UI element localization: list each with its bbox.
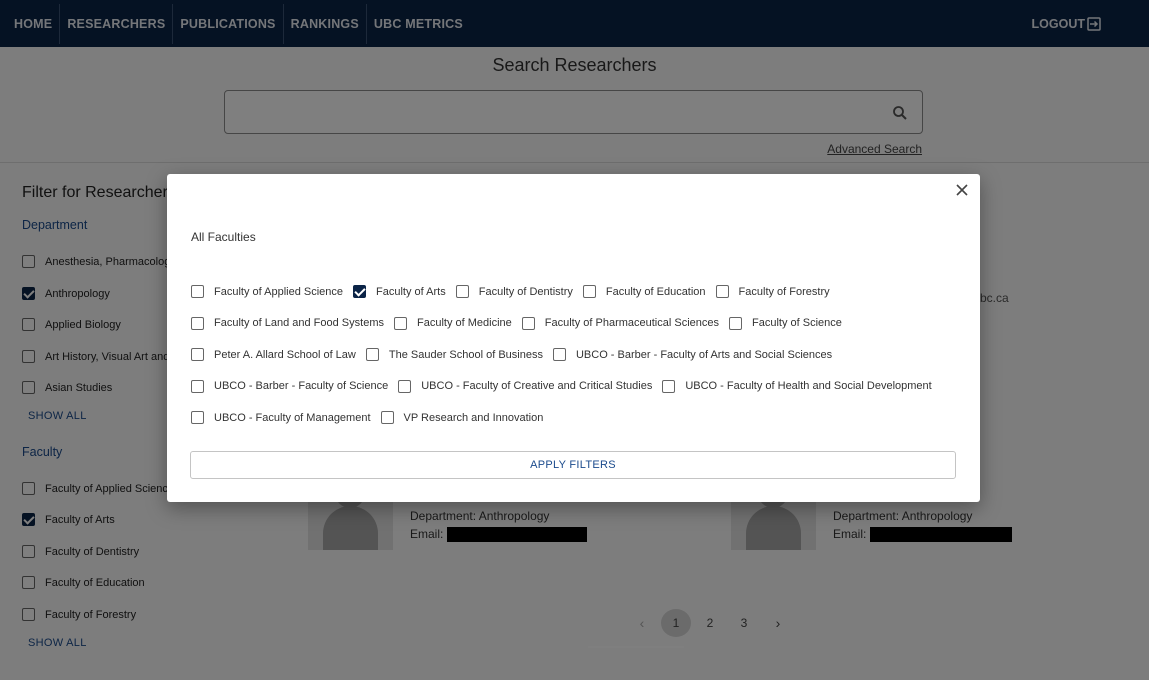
faculty-options: Faculty of Applied Science Faculty of Ar… — [191, 276, 961, 434]
checkbox[interactable] — [191, 285, 204, 299]
checkbox[interactable] — [191, 411, 204, 425]
faculty-filter-dialog: All Faculties Faculty of Applied Science… — [167, 174, 980, 502]
faculty-option[interactable]: UBCO - Barber - Faculty of Science — [191, 379, 389, 393]
checkbox[interactable] — [191, 379, 204, 393]
faculty-option-label: UBCO - Faculty of Management — [214, 411, 371, 424]
faculty-option-label: Faculty of Land and Food Systems — [214, 317, 384, 330]
apply-filters-button[interactable]: APPLY FILTERS — [190, 451, 956, 479]
checkbox[interactable] — [380, 411, 394, 425]
faculty-option[interactable]: Faculty of Medicine — [393, 316, 512, 330]
checkbox[interactable] — [662, 379, 676, 393]
faculty-option-label: Faculty of Dentistry — [478, 285, 573, 298]
checkbox[interactable] — [191, 348, 204, 362]
faculty-option[interactable]: Faculty of Land and Food Systems — [191, 316, 384, 330]
checkbox[interactable] — [393, 316, 407, 330]
faculty-option[interactable]: Faculty of Arts — [353, 285, 446, 299]
option-row: UBCO - Barber - Faculty of Science UBCO … — [191, 371, 961, 403]
checkbox-checked[interactable] — [353, 285, 367, 299]
faculty-option-label: Faculty of Pharmaceutical Sciences — [544, 317, 719, 330]
faculty-option[interactable]: UBCO - Faculty of Health and Social Deve… — [662, 379, 932, 393]
option-row: UBCO - Faculty of Management VP Research… — [191, 402, 961, 434]
checkbox[interactable] — [552, 348, 566, 362]
faculty-option[interactable]: UBCO - Faculty of Management — [191, 411, 371, 425]
faculty-option-label: Peter A. Allard School of Law — [214, 348, 356, 361]
checkbox[interactable] — [582, 285, 596, 299]
faculty-option[interactable]: UBCO - Faculty of Creative and Critical … — [398, 379, 653, 393]
faculty-option[interactable]: The Sauder School of Business — [365, 348, 543, 362]
option-row: Peter A. Allard School of Law The Sauder… — [191, 339, 961, 371]
faculty-option[interactable]: Faculty of Forestry — [715, 285, 830, 299]
faculty-option-label: The Sauder School of Business — [388, 348, 543, 361]
checkbox[interactable] — [455, 285, 469, 299]
faculty-option[interactable]: Faculty of Education — [582, 285, 706, 299]
faculty-option-label: UBCO - Faculty of Creative and Critical … — [421, 380, 653, 393]
faculty-option-label: Faculty of Forestry — [738, 285, 830, 298]
faculty-option[interactable]: Peter A. Allard School of Law — [191, 348, 356, 362]
faculty-option-label: Faculty of Medicine — [416, 317, 512, 330]
dialog-title: All Faculties — [191, 230, 256, 244]
faculty-option-label: Faculty of Science — [752, 317, 842, 330]
checkbox[interactable] — [729, 316, 742, 330]
checkbox[interactable] — [715, 285, 729, 299]
faculty-option[interactable]: UBCO - Barber - Faculty of Arts and Soci… — [552, 348, 833, 362]
checkbox[interactable] — [398, 379, 412, 393]
faculty-option-label: UBCO - Barber - Faculty of Arts and Soci… — [575, 348, 833, 361]
faculty-option-label: UBCO - Barber - Faculty of Science — [214, 380, 389, 393]
faculty-option[interactable]: VP Research and Innovation — [380, 411, 544, 425]
checkbox[interactable] — [365, 348, 379, 362]
option-row: Faculty of Applied Science Faculty of Ar… — [191, 276, 961, 308]
checkbox[interactable] — [521, 316, 535, 330]
faculty-option-label: Faculty of Education — [605, 285, 706, 298]
close-icon[interactable] — [952, 180, 972, 200]
faculty-option[interactable]: Faculty of Science — [729, 316, 842, 330]
faculty-option[interactable]: Faculty of Applied Science — [191, 285, 344, 299]
faculty-option-label: UBCO - Faculty of Health and Social Deve… — [685, 380, 932, 393]
faculty-option[interactable]: Faculty of Pharmaceutical Sciences — [521, 316, 719, 330]
faculty-option[interactable]: Faculty of Dentistry — [455, 285, 573, 299]
faculty-option-label: Faculty of Applied Science — [214, 285, 344, 298]
option-row: Faculty of Land and Food Systems Faculty… — [191, 308, 961, 340]
checkbox[interactable] — [191, 316, 204, 330]
faculty-option-label: Faculty of Arts — [376, 285, 446, 298]
faculty-option-label: VP Research and Innovation — [403, 411, 544, 424]
